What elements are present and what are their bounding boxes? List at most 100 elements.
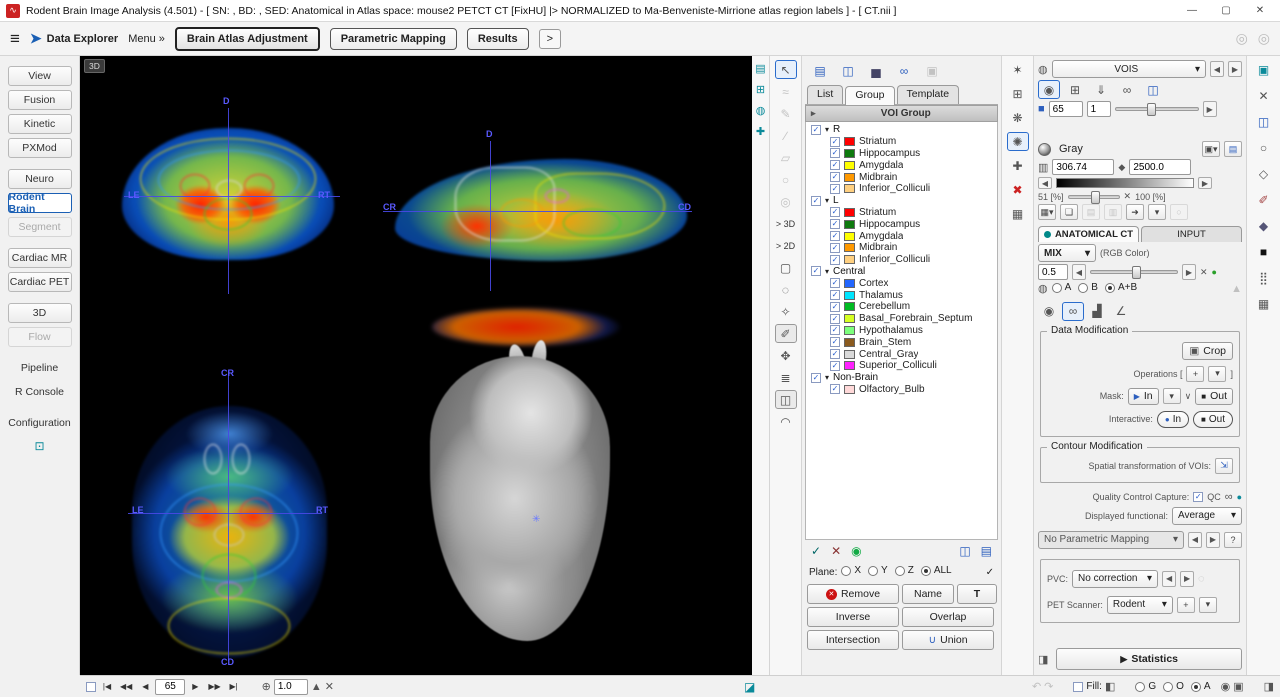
interactive-in-button[interactable]: ● In <box>1157 411 1189 428</box>
mix-slider[interactable] <box>1090 270 1178 274</box>
sidebar-item-pipeline[interactable]: Pipeline <box>8 358 72 378</box>
blend-up-icon[interactable]: ▲ <box>1231 283 1242 295</box>
statistics-button[interactable]: ▶ Statistics <box>1056 648 1242 670</box>
collapse-icon[interactable]: ▾ <box>825 373 829 382</box>
nav-prev-fast[interactable]: ◀◀ <box>117 679 135 695</box>
dots-icon[interactable]: ⣿ <box>1253 268 1275 287</box>
save-display-toggle[interactable]: ◫ <box>1142 80 1164 99</box>
voi-item-midbrain[interactable]: ✓Midbrain <box>806 171 997 183</box>
coronal-crosshair-horizontal[interactable] <box>124 196 340 197</box>
panel-toggle-icon[interactable]: ▣ <box>1233 680 1243 693</box>
freehand-tool[interactable]: ≈ <box>775 82 797 101</box>
link-toggle[interactable]: ∞ <box>1116 80 1138 99</box>
copy-voi-icon[interactable]: ▣ <box>921 62 943 81</box>
union-button[interactable]: ∪ Union <box>902 630 994 650</box>
window-gradient-bar[interactable] <box>1056 178 1194 188</box>
voi-item-superior-colliculi[interactable]: ✓Superior_Colliculi <box>806 360 997 372</box>
layout-split-tool[interactable]: ◫ <box>775 390 797 409</box>
spatial-transform-icon[interactable]: ⇲ <box>1215 458 1233 474</box>
voi-item-basal-forebrain-septum[interactable]: ✓Basal_Forebrain_Septum <box>806 313 997 325</box>
polygon-roi-tool[interactable]: ✧ <box>775 302 797 321</box>
voi-item-hypothalamus[interactable]: ✓Hypothalamus <box>806 325 997 337</box>
voi-checkbox[interactable]: ✓ <box>830 243 840 253</box>
ellipse-roi-tool[interactable]: ◌ <box>775 280 797 299</box>
accept-icon[interactable]: ✓ <box>811 544 821 558</box>
view-3d-link[interactable]: > 3D <box>771 214 801 233</box>
voi-checkbox[interactable]: ✓ <box>830 255 840 265</box>
lasso-tool[interactable]: ◠ <box>775 412 797 431</box>
plane-option-y[interactable]: Y <box>868 565 888 576</box>
tab-parametric-mapping[interactable]: Parametric Mapping <box>330 28 457 50</box>
pointer-tool[interactable]: ↖ <box>775 60 797 79</box>
scanner-add-button[interactable]: + <box>1177 597 1195 613</box>
load-voi-list-icon[interactable]: ▤ <box>981 544 992 558</box>
minimize-button[interactable]: — <box>1178 2 1206 20</box>
hand-tool[interactable]: ✥ <box>775 346 797 365</box>
next-selector-button[interactable]: ▶ <box>1228 61 1242 77</box>
voi-checkbox[interactable]: ✓ <box>830 172 840 182</box>
colormap-icon[interactable] <box>1038 143 1051 156</box>
blend-option-a-b[interactable]: A+B <box>1105 282 1137 293</box>
voi-checkbox[interactable]: ✓ <box>830 349 840 359</box>
load-voi-icon[interactable]: ▤ <box>809 62 831 81</box>
collapse-icon[interactable]: ▾ <box>825 267 829 276</box>
vois-dropdown[interactable]: VOIS ▾ <box>1052 60 1206 78</box>
voi-item-olfactory-bulb[interactable]: ✓Olfactory_Bulb <box>806 384 997 396</box>
collapse-icon[interactable]: ▾ <box>825 125 829 134</box>
zoom-icon[interactable]: ⊕ <box>262 680 271 693</box>
grid-dropdown-icon[interactable]: ▦▾ <box>1038 204 1056 220</box>
pyramid-icon[interactable]: ▲ <box>311 681 322 693</box>
sagittal-crosshair-vertical[interactable] <box>490 141 491 291</box>
text-button[interactable]: T <box>957 584 997 604</box>
layers-icon[interactable]: ≣ <box>775 368 797 387</box>
close-button[interactable]: ✕ <box>1246 2 1274 20</box>
voi-group-non-brain[interactable]: ✓▾Non-Brain <box>806 372 997 384</box>
palette-icon[interactable]: ◍ <box>753 102 769 118</box>
window-min-input[interactable] <box>1052 159 1114 175</box>
voi-item-midbrain[interactable]: ✓Midbrain <box>806 242 997 254</box>
pvc-prev-button[interactable]: ◀ <box>1162 571 1176 587</box>
voi-group-central[interactable]: ✓▾Central <box>806 266 997 278</box>
window-max-input[interactable] <box>1129 159 1191 175</box>
eye-icon[interactable]: ◉ <box>1221 680 1231 693</box>
voi-item-cerebellum[interactable]: ✓Cerebellum <box>806 301 997 313</box>
voi-item-thalamus[interactable]: ✓Thalamus <box>806 289 997 301</box>
axial-crosshair-vertical[interactable] <box>228 371 229 661</box>
scanner-caret-button[interactable]: ▾ <box>1199 597 1217 613</box>
voi-item-amygdala[interactable]: ✓Amygdala <box>806 159 997 171</box>
voi-item-striatum[interactable]: ✓Striatum <box>806 136 997 148</box>
mix-dropdown[interactable]: MIX▾ <box>1038 244 1096 262</box>
palette-icon[interactable]: ❋ <box>1007 108 1029 127</box>
viewport-corner-icon[interactable]: ◪ <box>744 680 755 694</box>
qc-checkbox[interactable]: ✓ <box>1193 492 1203 502</box>
nav-next[interactable]: ▶ <box>187 679 203 695</box>
pet-scanner-dropdown[interactable]: Rodent▾ <box>1107 596 1173 614</box>
lut-load-icon[interactable]: ▤ <box>1224 141 1242 157</box>
angle-tab[interactable]: ∠ <box>1110 302 1132 321</box>
mix-left-button[interactable]: ◀ <box>1072 264 1086 280</box>
eraser-tool[interactable]: ▱ <box>775 148 797 167</box>
mask-caret-button[interactable]: ▾ <box>1163 388 1181 404</box>
mix-apply-icon[interactable]: ● <box>1212 267 1217 277</box>
threshold-slider[interactable] <box>1068 195 1120 199</box>
operations-caret-button[interactable]: ▾ <box>1208 366 1226 382</box>
overlap-button[interactable]: Overlap <box>902 607 994 627</box>
gradient-right-button[interactable]: ▶ <box>1198 177 1212 189</box>
lut-select-icon[interactable]: ▣▾ <box>1202 141 1220 157</box>
sidebar-item-segment[interactable]: Segment <box>8 217 72 237</box>
apply-icon[interactable]: ◉ <box>851 544 861 558</box>
blend-option-b[interactable]: B <box>1078 282 1098 293</box>
voi-checkbox[interactable]: ✓ <box>830 231 840 241</box>
voi-checkbox[interactable]: ✓ <box>830 361 840 371</box>
mask-in-button[interactable]: ▶ In <box>1128 388 1159 405</box>
fill-option-g[interactable]: G <box>1135 681 1156 692</box>
mix-clear-icon[interactable]: ✕ <box>1200 267 1208 278</box>
voi-item-striatum[interactable]: ✓Striatum <box>806 207 997 219</box>
frame-icon[interactable]: ❏ <box>1060 204 1078 220</box>
mode-3d-chip[interactable]: 3D <box>84 59 105 73</box>
zoom-input[interactable] <box>274 679 308 695</box>
settings-icon[interactable]: ◎ <box>1258 30 1270 47</box>
data-explorer-button[interactable]: ➤ Data Explorer <box>30 30 118 47</box>
grid2-icon[interactable]: ▦ <box>1253 294 1275 313</box>
slice-step-button[interactable]: ▶ <box>1203 101 1217 117</box>
